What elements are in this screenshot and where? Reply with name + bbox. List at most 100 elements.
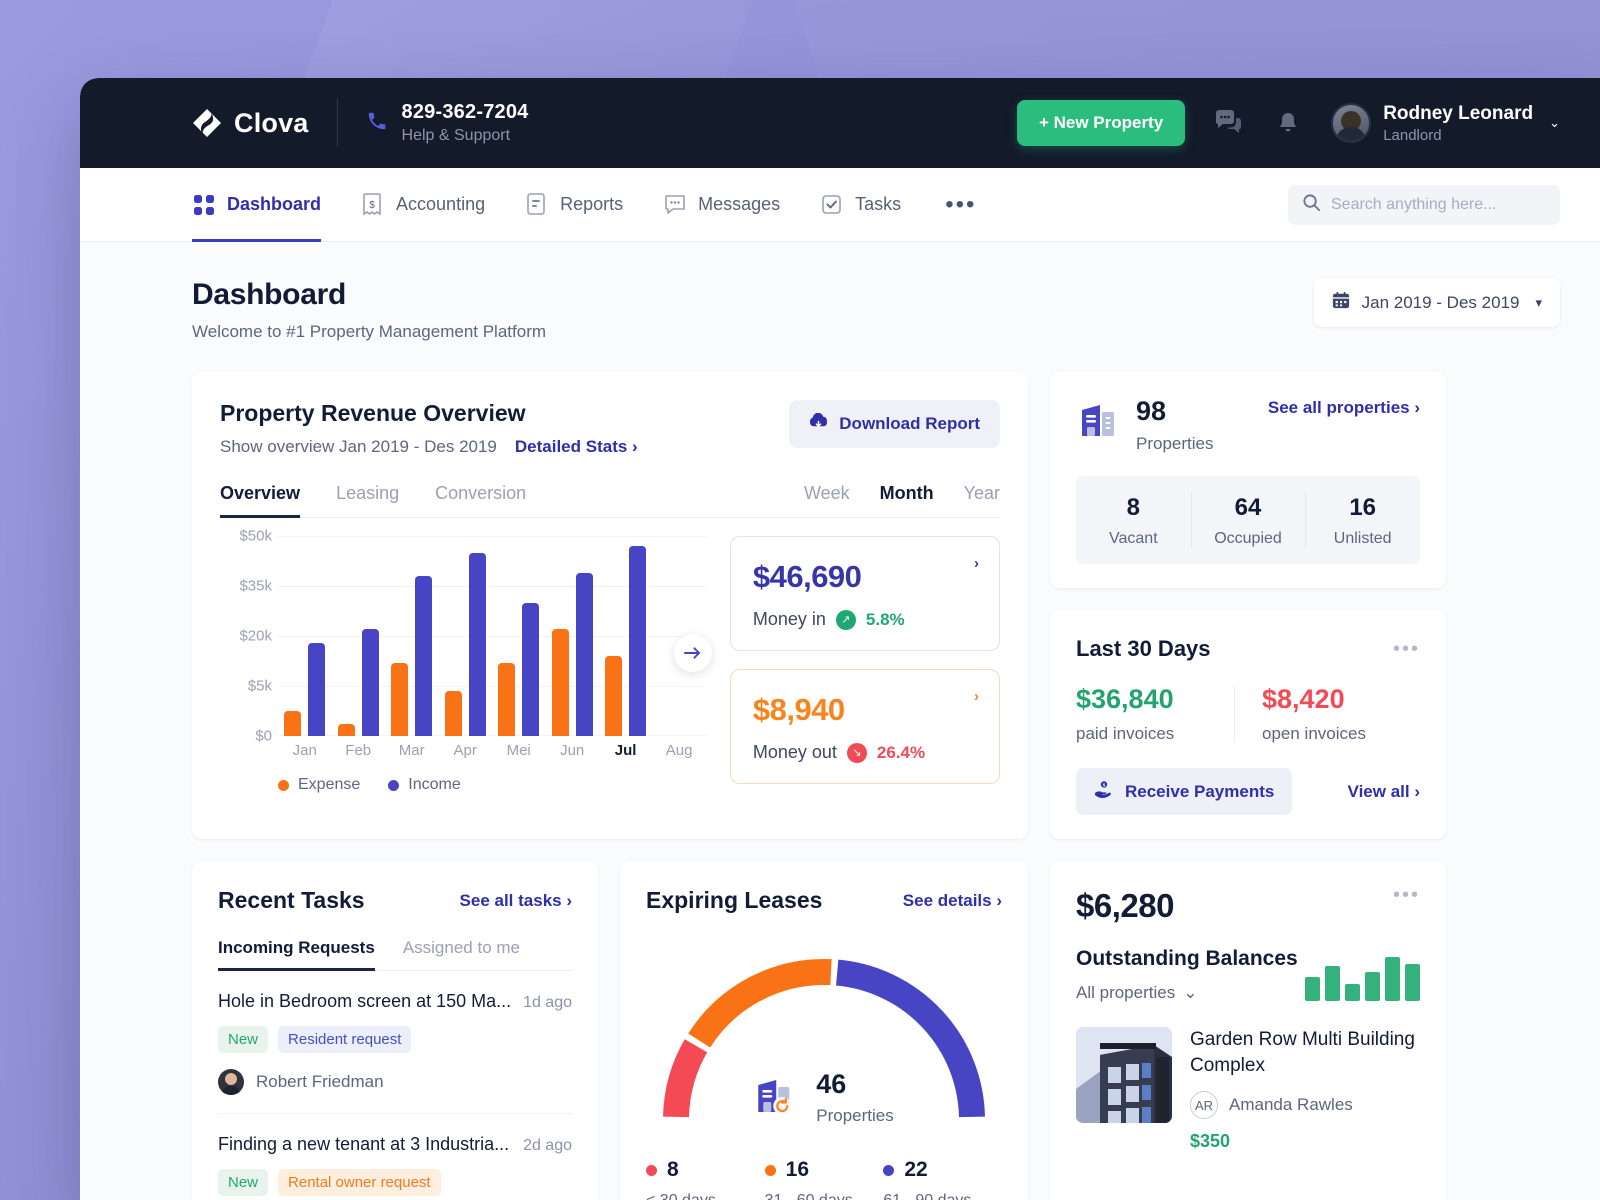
money-in-meta: Money in ↗ 5.8%: [753, 609, 977, 630]
nav-item-tasks[interactable]: Tasks: [820, 168, 901, 242]
search-input[interactable]: [1331, 196, 1546, 214]
chart-bar-group: [599, 536, 652, 736]
period-week[interactable]: Week: [804, 483, 850, 504]
detailed-stats-link[interactable]: Detailed Stats ›: [515, 437, 638, 457]
property-owner: AR Amanda Rawles: [1190, 1091, 1420, 1119]
money-in-value: $46,690: [753, 559, 977, 595]
type-badge: Resident request: [278, 1026, 411, 1053]
search-icon: [1302, 193, 1321, 217]
revenue-bar-chart: $0$5k$20k$35k$50k JanFebMarAprMeiJunJulA…: [220, 536, 706, 796]
see-details-link[interactable]: See details ›: [903, 891, 1002, 911]
bell-icon[interactable]: [1271, 106, 1305, 140]
y-axis-tick: $20k: [239, 628, 272, 645]
expiring-leases-legend: 8 < 30 days 16 31 - 60 days: [646, 1158, 1002, 1200]
arrow-up-right-icon: ↗: [836, 610, 856, 630]
user-menu[interactable]: Rodney Leonard Landlord ⌄: [1331, 103, 1560, 144]
money-out-pct: 26.4%: [877, 743, 925, 763]
money-out-card[interactable]: › $8,940 Money out ↘ 26.4%: [730, 669, 1000, 784]
legend-label: 31 - 60 days: [765, 1192, 884, 1200]
period-year[interactable]: Year: [964, 483, 1000, 504]
tab-conversion[interactable]: Conversion: [435, 483, 526, 517]
properties-count-label: Properties: [1136, 434, 1213, 454]
more-horizontal-icon[interactable]: •••: [1393, 639, 1420, 659]
property-revenue-card: Property Revenue Overview Show overview …: [192, 372, 1028, 839]
stat-label: Unlisted: [1305, 530, 1420, 548]
revenue-title: Property Revenue Overview: [220, 400, 638, 427]
y-axis-tick: $35k: [239, 578, 272, 595]
date-range-picker[interactable]: Jan 2019 - Des 2019 ▾: [1314, 278, 1560, 327]
type-badge: Rental owner request: [278, 1169, 441, 1196]
more-horizontal-icon[interactable]: •••: [945, 193, 976, 217]
chart-bar: [308, 643, 325, 736]
outstanding-list-item[interactable]: Garden Row Multi Building Complex AR Ama…: [1076, 1027, 1420, 1174]
chart-x-axis: JanFebMarAprMeiJunJulAug: [278, 742, 706, 759]
app-window: Clova 829-362-7204 Help & Support + New …: [80, 78, 1600, 1200]
legend-31-60: 16 31 - 60 days: [765, 1158, 884, 1200]
receive-payments-button[interactable]: $ Receive Payments: [1076, 768, 1292, 815]
tab-leasing[interactable]: Leasing: [336, 483, 399, 517]
revenue-header: Property Revenue Overview Show overview …: [220, 400, 1000, 457]
brand-logo[interactable]: Clova: [112, 108, 309, 139]
nav-item-accounting[interactable]: $ Accounting: [361, 168, 485, 242]
new-property-button[interactable]: + New Property: [1017, 100, 1185, 146]
period-selector: Week Month Year: [804, 483, 1000, 517]
chart-bar: [362, 629, 379, 736]
dashboard-grid-bottom: Recent Tasks See all tasks › Incoming Re…: [192, 861, 1560, 1200]
last-30-values: $36,840 paid invoices $8,420 open invoic…: [1076, 684, 1420, 744]
see-all-tasks-link[interactable]: See all tasks ›: [460, 891, 572, 911]
see-all-properties-link[interactable]: See all properties ›: [1268, 398, 1420, 418]
legend-value: 16: [786, 1158, 809, 1182]
tab-incoming-requests[interactable]: Incoming Requests: [218, 938, 375, 970]
chat-bubble-icon[interactable]: [1211, 106, 1245, 140]
chart-legend: Expense Income: [278, 776, 461, 794]
chevron-down-icon: ⌄: [1549, 115, 1560, 131]
money-in-card[interactable]: › $46,690 Money in ↗ 5.8%: [730, 536, 1000, 651]
tab-overview[interactable]: Overview: [220, 483, 300, 517]
last-30-days-card: Last 30 Days ••• $36,840 paid invoices $…: [1050, 610, 1446, 839]
y-axis-tick: $50k: [239, 528, 272, 545]
chart-next-button[interactable]: [674, 634, 712, 672]
recent-tasks-card: Recent Tasks See all tasks › Incoming Re…: [192, 861, 598, 1200]
legend-value: 22: [904, 1158, 927, 1182]
download-report-button[interactable]: Download Report: [789, 400, 1000, 448]
chat-dots-icon: [663, 193, 687, 217]
properties-filter-select[interactable]: All properties ⌄: [1076, 983, 1197, 1003]
page-header: Dashboard Welcome to #1 Property Managem…: [192, 278, 1560, 342]
task-tags: New Resident request: [218, 1026, 572, 1053]
top-bar: Clova 829-362-7204 Help & Support + New …: [80, 78, 1600, 168]
task-row[interactable]: Finding a new tenant at 3 Industria... 2…: [218, 1114, 572, 1200]
properties-summary: 98 Properties See all properties ›: [1076, 398, 1420, 454]
chart-bars: [278, 536, 706, 736]
status-badge: New: [218, 1169, 268, 1196]
revenue-tabs: Overview Leasing Conversion Week Month Y…: [220, 483, 1000, 518]
paid-value: $36,840: [1076, 684, 1234, 715]
nav-item-reports[interactable]: Reports: [525, 168, 623, 242]
legend-label: 61 - 90 days: [883, 1192, 1002, 1200]
view-all-link[interactable]: View all ›: [1348, 782, 1420, 802]
nav-item-messages[interactable]: Messages: [663, 168, 780, 242]
chart-bar: [415, 576, 432, 736]
status-badge: New: [218, 1026, 268, 1053]
task-tags: New Rental owner request: [218, 1169, 572, 1196]
outstanding-amount: $6,280: [1076, 887, 1420, 925]
chart-bar: [445, 691, 462, 736]
nav-item-dashboard[interactable]: Dashboard: [192, 168, 321, 242]
svg-text:$: $: [1103, 782, 1106, 787]
x-axis-label: Apr: [438, 742, 491, 759]
tab-assigned-to-me[interactable]: Assigned to me: [403, 938, 520, 970]
task-time: 1d ago: [523, 994, 572, 1012]
help-support-block[interactable]: 829-362-7204 Help & Support: [366, 101, 529, 145]
main-navigation: Dashboard $ Accounting Reports: [80, 168, 1600, 242]
search-box[interactable]: [1288, 185, 1560, 225]
task-row[interactable]: Hole in Bedroom screen at 150 Ma... 1d a…: [218, 971, 572, 1114]
nav-label: Accounting: [396, 194, 485, 215]
more-horizontal-icon[interactable]: •••: [1393, 885, 1420, 905]
chart-bar: [522, 603, 539, 736]
assignee-name: Robert Friedman: [256, 1072, 384, 1092]
stat-unlisted: 16 Unlisted: [1305, 476, 1420, 564]
y-axis-tick: $0: [255, 728, 272, 745]
chart-bar: [498, 663, 515, 736]
properties-count: 98: [1136, 398, 1213, 425]
sparkline-bar: [1345, 984, 1360, 1001]
period-month[interactable]: Month: [880, 483, 934, 504]
